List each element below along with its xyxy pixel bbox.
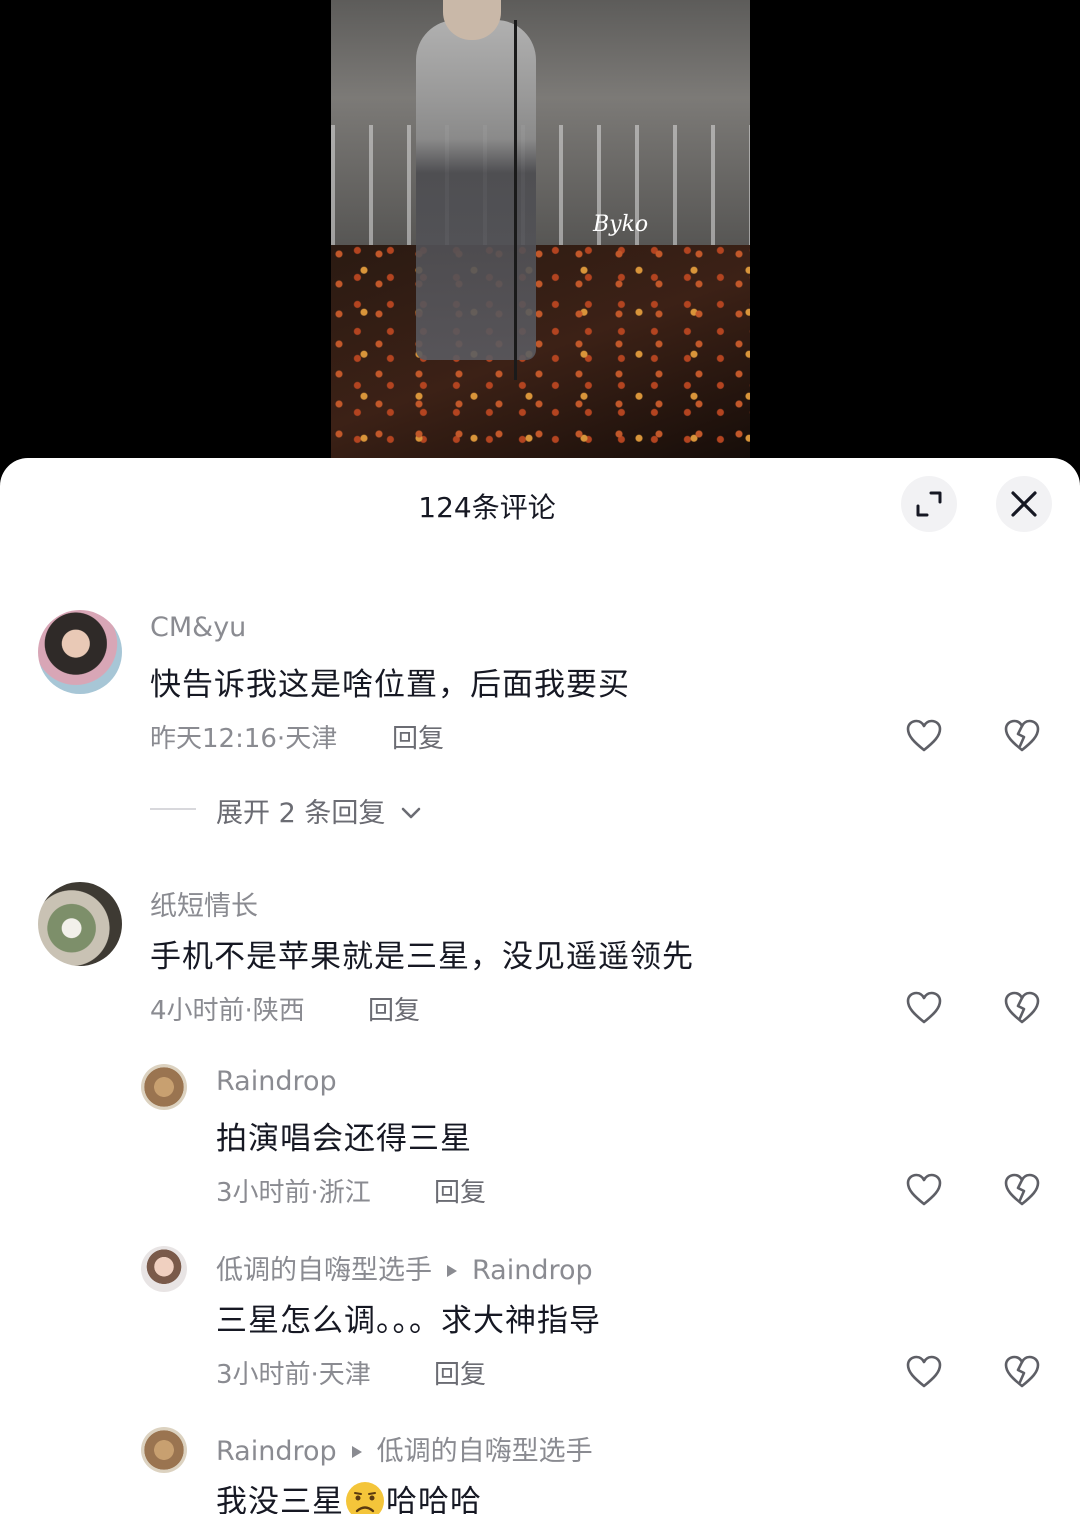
reply-button[interactable]: 回复	[434, 1354, 486, 1391]
reply-text: 拍演唱会还得三星	[216, 1121, 472, 1157]
reply-text: 我没三星 哈哈哈	[216, 1476, 482, 1514]
comments-panel: 124条评论 CM&yu 快告诉我这是啥位置，后面我要买 昨天12:16·天津 …	[0, 458, 1080, 1514]
reply-text-after: 哈哈哈	[386, 1484, 482, 1514]
avatar[interactable]	[141, 1246, 187, 1292]
comment-meta: 4小时前·陕西	[150, 996, 305, 1026]
reply-button[interactable]: 回复	[392, 718, 444, 755]
avatar[interactable]	[38, 610, 122, 694]
reply-to-username[interactable]: Raindrop	[472, 1255, 593, 1286]
expand-icon	[916, 491, 942, 517]
broken-heart-icon[interactable]	[1002, 716, 1042, 756]
reply-button[interactable]: 回复	[368, 990, 420, 1027]
reply-meta: 3小时前·浙江	[216, 1178, 371, 1208]
comment-text: 手机不是苹果就是三星，没见遥遥领先	[150, 939, 694, 975]
broken-heart-icon[interactable]	[1002, 1170, 1042, 1210]
comment-username[interactable]: 纸短情长	[150, 884, 258, 923]
expand-replies-button[interactable]: 展开 2 条回复	[216, 791, 422, 830]
reply-to-username[interactable]: 低调的自嗨型选手	[377, 1436, 593, 1467]
comment-text: 快告诉我这是啥位置，后面我要买	[150, 667, 630, 703]
reply-username[interactable]: Raindrop	[216, 1436, 337, 1467]
performer	[416, 20, 536, 360]
reply-text: 三星怎么调。。。求大神指导	[216, 1303, 601, 1339]
stage-railing	[331, 125, 750, 245]
comment-meta: 昨天12:16·天津	[150, 724, 338, 754]
avatar[interactable]	[141, 1427, 187, 1473]
video-frame[interactable]: Byko	[331, 0, 750, 458]
broken-heart-icon[interactable]	[1002, 988, 1042, 1028]
video-watermark: Byko	[593, 212, 649, 237]
play-arrow-icon	[447, 1265, 457, 1277]
mic-stand	[514, 20, 517, 380]
heart-outline-icon[interactable]	[904, 716, 944, 756]
expand-replies-label: 展开 2 条回复	[216, 798, 386, 829]
expand-divider	[150, 808, 196, 810]
comment-username[interactable]: CM&yu	[150, 612, 246, 643]
avatar[interactable]	[141, 1064, 187, 1110]
heart-outline-icon[interactable]	[904, 1170, 944, 1210]
reply-meta: 3小时前·天津	[216, 1360, 371, 1390]
reply-username-line: 低调的自嗨型选手 Raindrop	[216, 1248, 593, 1287]
close-button[interactable]	[996, 476, 1052, 532]
heart-outline-icon[interactable]	[904, 988, 944, 1028]
reply-username[interactable]: 低调的自嗨型选手	[216, 1255, 432, 1286]
stage-floor	[331, 245, 750, 458]
reply-username-line: Raindrop 低调的自嗨型选手	[216, 1429, 593, 1468]
close-icon	[1011, 491, 1037, 517]
reply-username[interactable]: Raindrop	[216, 1066, 337, 1097]
broken-heart-icon[interactable]	[1002, 1352, 1042, 1392]
video-player[interactable]: Byko	[0, 0, 1080, 470]
play-arrow-icon	[351, 1446, 362, 1458]
comments-count-title: 124条评论	[418, 491, 556, 524]
chevron-down-icon	[401, 807, 421, 819]
reply-text-before: 我没三星	[216, 1484, 344, 1514]
avatar[interactable]	[38, 882, 122, 966]
reply-button[interactable]: 回复	[434, 1172, 486, 1209]
expand-button[interactable]	[901, 476, 957, 532]
sad-face-emoji	[346, 1482, 384, 1514]
heart-outline-icon[interactable]	[904, 1352, 944, 1392]
